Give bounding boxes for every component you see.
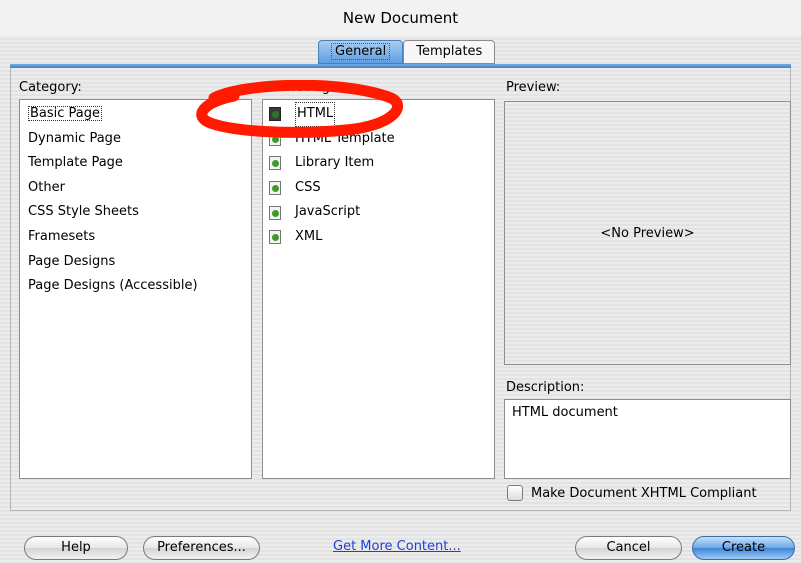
category-item-dynamic-page[interactable]: Dynamic Page (20, 127, 251, 152)
dreamweaver-file-icon (269, 156, 281, 171)
category-label: Category: (19, 80, 82, 95)
create-button[interactable]: Create (692, 536, 795, 560)
category-item-template-page[interactable]: Template Page (20, 151, 251, 176)
page-item-html-template[interactable]: HTML Template (263, 127, 494, 152)
basic-page-list[interactable]: HTML HTML Template Library Item CSS Java… (262, 99, 495, 479)
preview-pane: <No Preview> (504, 101, 791, 365)
get-more-content-link[interactable]: Get More Content... (333, 539, 461, 554)
page-item-library-item[interactable]: Library Item (263, 151, 494, 176)
page-item-javascript[interactable]: JavaScript (263, 200, 494, 225)
dreamweaver-html-file-icon (269, 107, 281, 122)
tab-bar: General Templates (318, 40, 496, 64)
dreamweaver-file-icon (269, 131, 281, 146)
category-item-css-style-sheets[interactable]: CSS Style Sheets (20, 200, 251, 225)
dreamweaver-file-icon (269, 230, 281, 245)
description-label: Description: (506, 380, 585, 395)
xhtml-compliant-row[interactable]: Make Document XHTML Compliant (507, 485, 757, 501)
dreamweaver-file-icon (269, 205, 281, 220)
category-item-framesets[interactable]: Framesets (20, 225, 251, 250)
description-box: HTML document (504, 399, 791, 479)
window-title: New Document (0, 0, 801, 36)
description-text: HTML document (512, 405, 618, 420)
category-item-other[interactable]: Other (20, 176, 251, 201)
tab-templates[interactable]: Templates (403, 40, 496, 64)
page-item-css[interactable]: CSS (263, 176, 494, 201)
xhtml-compliant-label: Make Document XHTML Compliant (531, 485, 757, 501)
xhtml-compliant-checkbox[interactable] (507, 485, 523, 501)
preferences-button[interactable]: Preferences... (143, 536, 260, 560)
category-item-basic-page[interactable]: Basic Page (20, 102, 251, 127)
help-button[interactable]: Help (24, 536, 128, 560)
page-item-xml[interactable]: XML (263, 225, 494, 250)
category-item-page-designs-accessible[interactable]: Page Designs (Accessible) (20, 274, 251, 299)
basic-page-label: Basic Page: (268, 80, 343, 95)
category-item-page-designs[interactable]: Page Designs (20, 250, 251, 275)
preview-label: Preview: (506, 80, 561, 95)
dreamweaver-file-icon (269, 181, 281, 196)
page-item-html[interactable]: HTML (263, 102, 494, 127)
no-preview-text: <No Preview> (600, 225, 695, 241)
tab-general[interactable]: General (318, 40, 404, 64)
cancel-button[interactable]: Cancel (575, 536, 682, 560)
category-list[interactable]: Basic Page Dynamic Page Template Page Ot… (19, 99, 252, 479)
